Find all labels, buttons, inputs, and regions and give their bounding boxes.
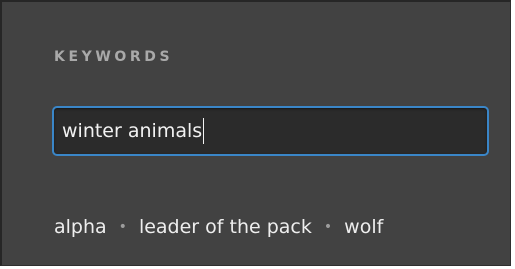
suggestion-leader-of-the-pack[interactable]: leader of the pack <box>139 214 312 240</box>
suggestion-separator: • <box>118 219 127 235</box>
keywords-heading: KEYWORDS <box>54 49 174 65</box>
keyword-suggestions: alpha • leader of the pack • wolf <box>54 214 383 240</box>
keywords-panel: KEYWORDS winter animals alpha • leader o… <box>0 0 511 266</box>
keywords-input[interactable]: winter animals <box>52 106 489 156</box>
keywords-input-value: winter animals <box>62 120 203 142</box>
suggestion-alpha[interactable]: alpha <box>54 214 107 240</box>
suggestion-separator: • <box>323 219 333 235</box>
suggestion-wolf[interactable]: wolf <box>344 214 383 240</box>
text-caret <box>203 118 205 144</box>
